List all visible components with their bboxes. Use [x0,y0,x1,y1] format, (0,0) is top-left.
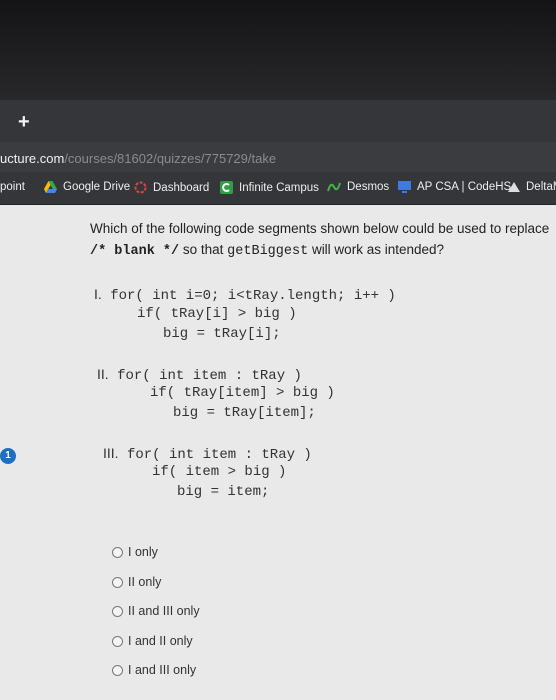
new-tab-button[interactable]: + [18,112,30,132]
option-label: I and III only [128,663,197,677]
radio-button[interactable] [112,605,123,617]
bookmark-infinite-campus[interactable]: Infinite Campus [220,181,319,194]
answer-option-2[interactable]: II only [112,575,161,589]
radio-button[interactable] [112,635,123,647]
radio-button[interactable] [112,664,123,676]
segment-numeral: I. [94,286,102,302]
code-line: for( int item : tRay ) [126,447,312,463]
question-tail-post: will work as intended? [308,242,445,257]
bookmark-deltamath[interactable]: DeltaM [508,181,556,193]
question-text: Which of the following code segments sho… [90,218,550,262]
option-label: II only [128,575,162,589]
option-label: II and III only [128,604,200,618]
code-segment-1: I. for( int i=0; i<tRay.length; i++ ) [94,284,396,306]
option-label: I only [128,545,158,559]
url-path: /courses/81602/quizzes/775729/take [64,151,277,166]
radio-button[interactable] [112,576,123,588]
url-host: ucture.com [0,151,65,166]
option-label: I and II only [128,634,193,648]
question-method-name: getBiggest [227,244,309,259]
bookmark-label: DeltaM [526,181,556,193]
code-line: big = tRay[i]; [163,326,281,342]
code-line: if( tRay[item] > big ) [150,385,335,401]
code-line: for( int item : tRay ) [117,368,302,384]
infinite-campus-icon [220,181,233,194]
code-line: if( tRay[i] > big ) [137,306,297,322]
answer-option-5[interactable]: I and III only [112,663,196,677]
code-line: big = tRay[item]; [173,405,316,421]
bookmark-label: AP CSA | CodeHS [417,181,512,193]
question-number-badge: 1 [0,448,16,464]
bookmark-label: Infinite Campus [239,181,319,194]
segment-numeral: II. [97,366,109,382]
bookmark-desmos[interactable]: Desmos [327,181,389,193]
question-tail-pre: so that [182,242,228,257]
bookmark-point[interactable]: point [0,181,25,193]
code-line: big = item; [177,484,270,500]
tab-strip [0,100,556,142]
bookmark-label: Google Drive [63,181,131,193]
question-line-1: Which of the following code segments sho… [90,221,550,236]
segment-numeral: III. [103,445,119,461]
bookmark-dashboard[interactable]: Dashboard [134,181,209,194]
code-line: if( item > big ) [152,464,287,480]
code-line: for( int i=0; i<tRay.length; i++ ) [110,288,396,304]
bookmark-label: Dashboard [153,181,210,194]
answer-option-4[interactable]: I and II only [112,634,193,648]
bookmark-google-drive[interactable]: Google Drive [44,181,130,193]
bookmark-codehs[interactable]: AP CSA | CodeHS [398,181,511,193]
question-code-comment: /* blank */ [90,244,180,259]
answer-option-1[interactable]: I only [112,545,158,559]
answer-option-3[interactable]: II and III only [112,604,200,618]
deltamath-icon [508,182,520,192]
bookmark-label: Desmos [347,181,390,193]
codehs-icon [398,181,411,193]
bookmark-label: point [0,181,25,193]
desmos-icon [327,182,341,192]
google-drive-icon [44,181,57,193]
radio-button[interactable] [112,546,123,558]
dashboard-icon [134,181,147,194]
window-top-area [0,0,556,100]
url-text[interactable]: ucture.com/courses/81602/quizzes/775729/… [0,151,276,166]
